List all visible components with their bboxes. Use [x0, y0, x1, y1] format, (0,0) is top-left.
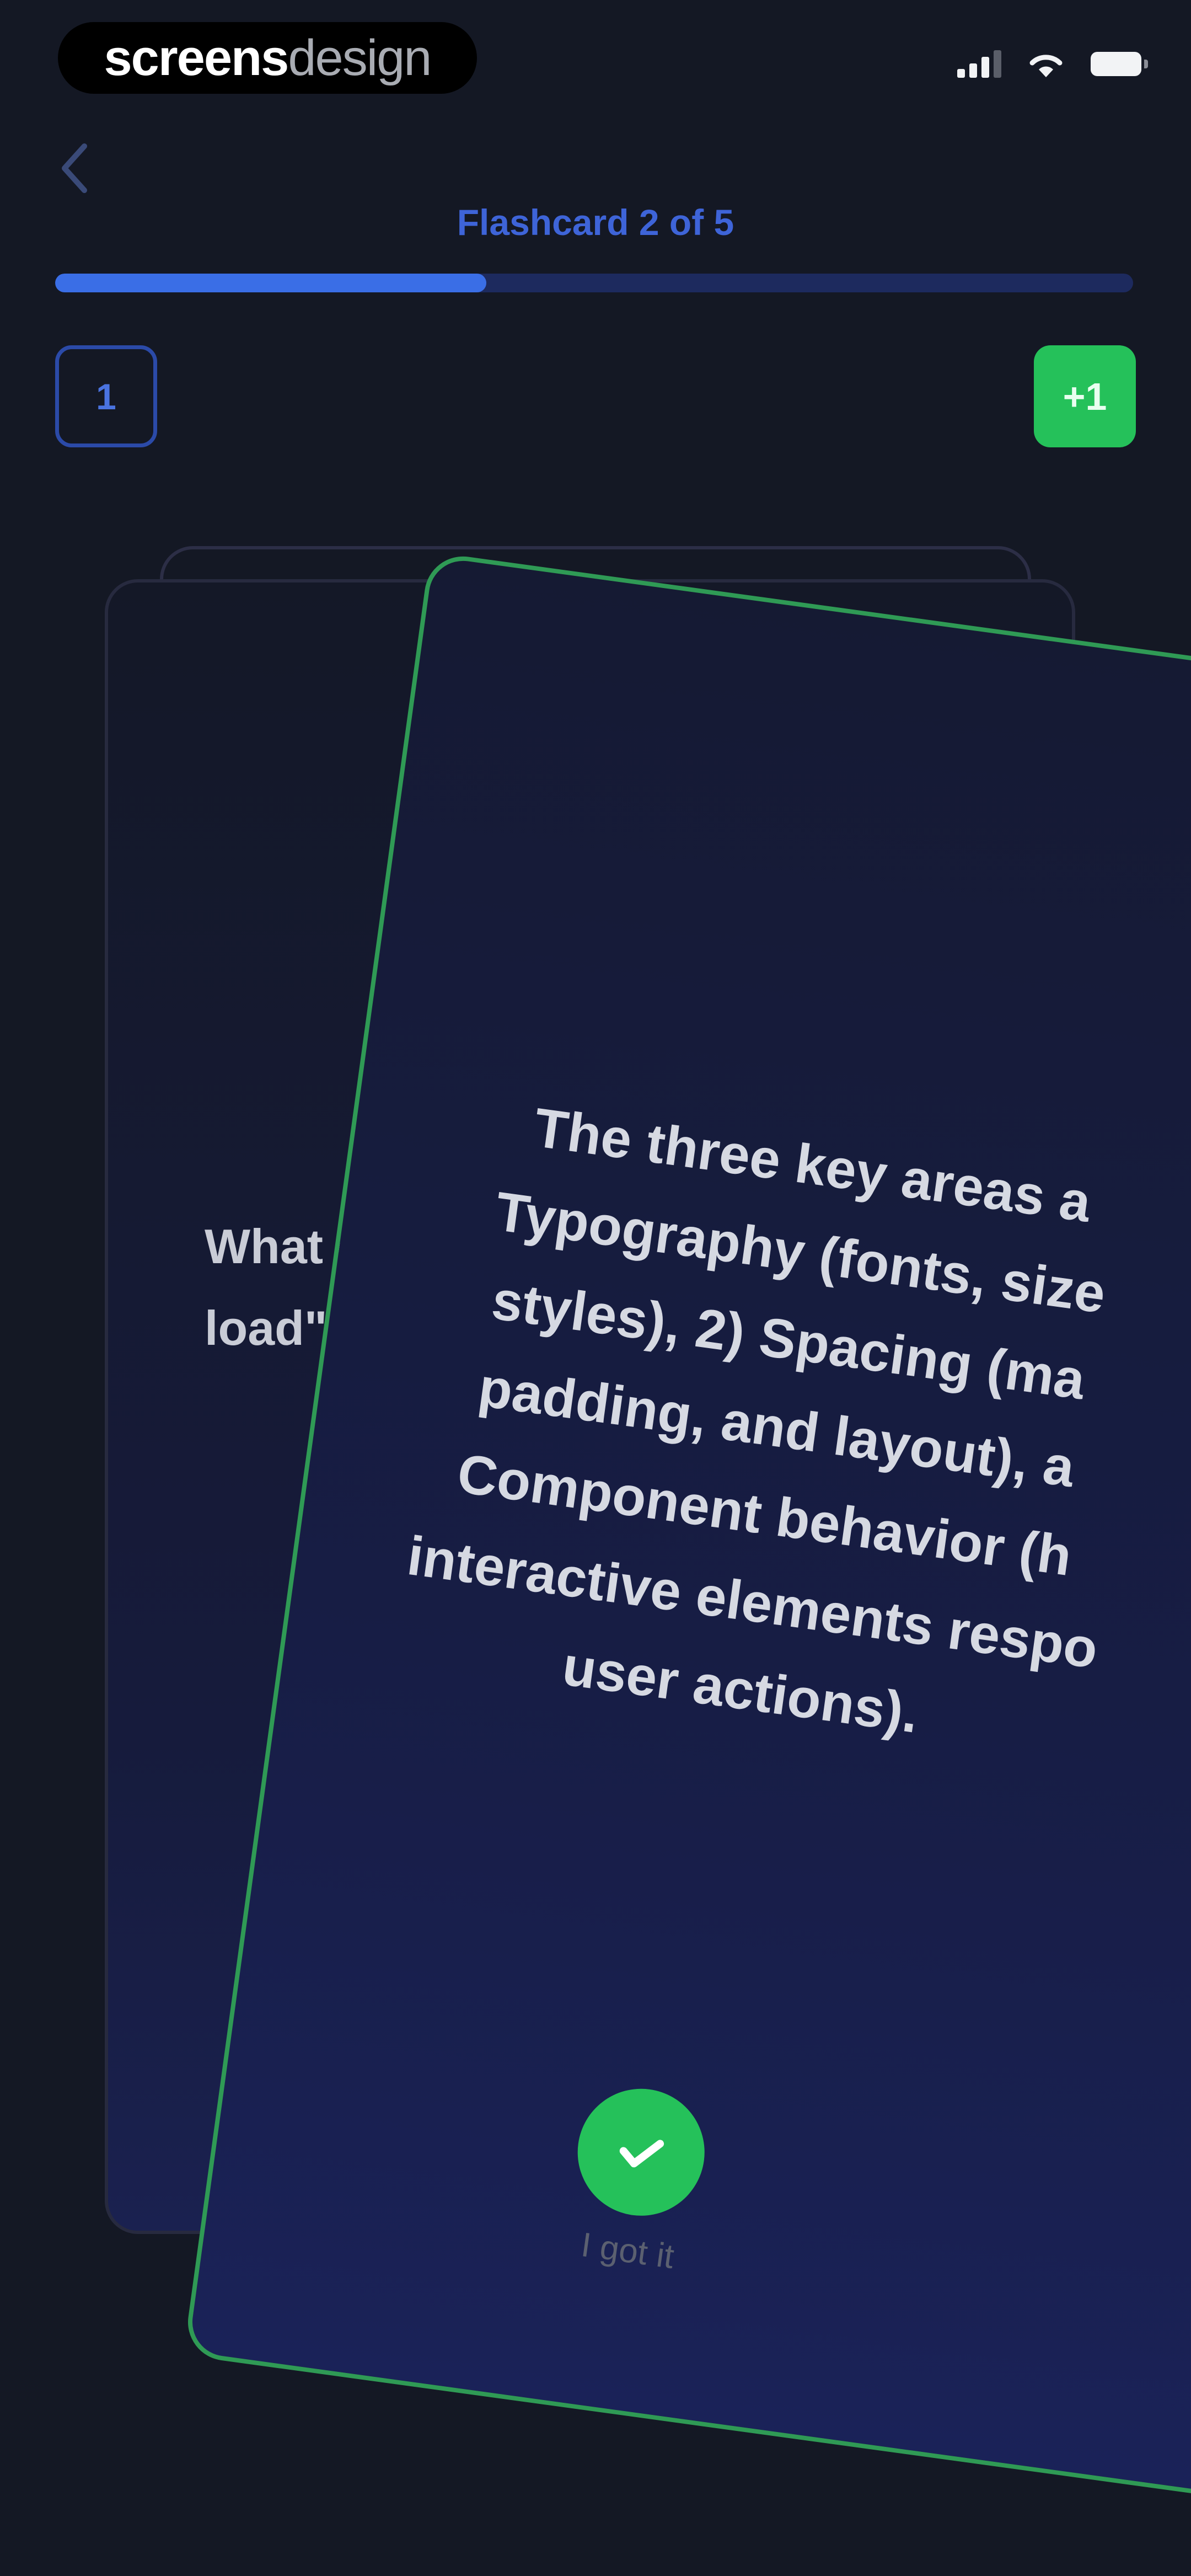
progress-bar-fill	[55, 274, 486, 292]
chevron-left-icon	[62, 143, 87, 193]
battery-icon	[1091, 52, 1148, 76]
remaining-count-box: 1	[55, 345, 157, 447]
wifi-icon	[1029, 55, 1063, 77]
got-it-button[interactable]	[570, 2081, 713, 2224]
status-bar: screens design	[0, 0, 1191, 116]
brand-logo-bold: screens	[104, 29, 289, 86]
signal-icon	[957, 50, 1001, 78]
score-badge: +1	[1034, 345, 1136, 447]
flashcard-counter-title: Flashcard 2 of 5	[457, 202, 734, 243]
brand-logo-light: design	[288, 29, 432, 86]
back-button[interactable]	[50, 138, 99, 199]
flashcard-answer-text: The three key areas a Typography (fonts, …	[281, 1059, 1191, 1795]
checkmark-icon	[619, 2140, 664, 2168]
progress-bar	[55, 274, 1133, 292]
status-icons	[957, 50, 1148, 78]
brand-logo: screens design	[58, 22, 477, 94]
got-it-label: I got it	[578, 2225, 677, 2276]
